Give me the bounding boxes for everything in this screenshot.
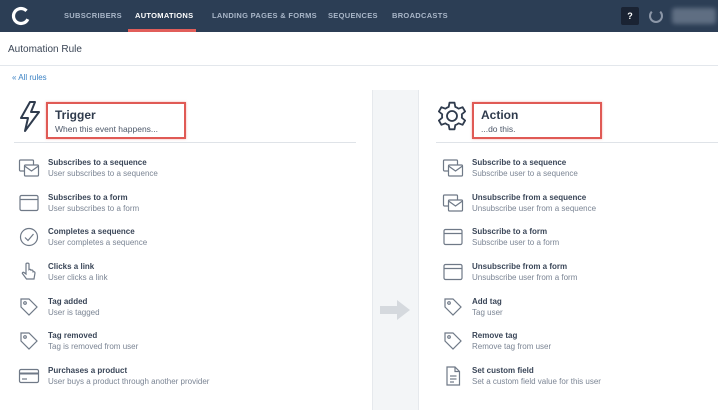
item-title: Clicks a link [48, 262, 95, 272]
form-icon [443, 229, 463, 246]
tag-icon [20, 332, 38, 351]
item-desc: User buys a product through another prov… [48, 377, 210, 387]
item-desc: User subscribes to a sequence [48, 169, 158, 178]
nav-item-sequences[interactable]: SEQUENCES [328, 11, 378, 20]
tag-icon [20, 298, 38, 316]
lightning-icon [20, 101, 40, 132]
action-header: Action ...do this. [472, 102, 602, 139]
loading-spinner-icon [649, 9, 663, 23]
action-title: Action [481, 108, 519, 122]
item-title: Remove tag [472, 331, 518, 341]
form-icon [19, 194, 39, 211]
tag-icon [444, 332, 462, 351]
item-title: Set custom field [472, 366, 534, 376]
divider [436, 142, 718, 143]
item-desc: Subscribe user to a sequence [472, 169, 578, 178]
top-navigation-bar: SUBSCRIBERS AUTOMATIONS LANDING PAGES & … [0, 0, 718, 32]
sequence-icon [442, 194, 464, 212]
credit-card-icon [18, 369, 40, 384]
item-title: Completes a sequence [48, 227, 135, 237]
column-separator [372, 90, 419, 410]
item-desc: Subscribe user to a form [472, 238, 560, 248]
sequence-icon [18, 159, 40, 177]
item-title: Subscribe to a sequence [472, 158, 567, 167]
pointer-icon [21, 262, 36, 280]
check-circle-icon [19, 228, 39, 247]
item-title: Subscribe to a form [472, 227, 548, 237]
nav-item-broadcasts[interactable]: BROADCASTS [392, 11, 448, 20]
item-desc: Set a custom field value for this user [472, 377, 601, 387]
item-desc: User subscribes to a form [48, 203, 140, 213]
item-title: Tag removed [48, 331, 98, 341]
item-title: Subscribes to a sequence [48, 158, 147, 167]
gear-icon [438, 101, 466, 131]
nav-item-subscribers[interactable]: SUBSCRIBERS [64, 11, 122, 20]
all-rules-link[interactable]: « All rules [12, 73, 47, 82]
account-menu[interactable] [672, 8, 716, 24]
item-desc: Unsubscribe user from a form [472, 273, 578, 283]
item-title: Add tag [472, 296, 502, 306]
item-desc: Tag user [472, 307, 503, 317]
document-icon [446, 366, 461, 386]
arrow-right-icon [380, 300, 410, 320]
item-title: Unsubscribe from a form [472, 262, 568, 272]
item-title: Unsubscribe from a sequence [472, 192, 587, 202]
item-title: Subscribes to a form [48, 192, 128, 202]
item-desc: User clicks a link [48, 273, 108, 283]
trigger-header: Trigger When this event happens... [46, 102, 186, 139]
divider [14, 142, 356, 143]
nav-item-landing-pages-forms[interactable]: LANDING PAGES & FORMS [212, 11, 317, 20]
logo-icon[interactable] [10, 5, 32, 27]
page-header: Automation Rule [0, 32, 718, 66]
item-title: Tag added [48, 296, 88, 306]
trigger-subtitle: When this event happens... [55, 124, 159, 134]
form-icon [443, 263, 463, 281]
item-desc: Tag is removed from user [48, 342, 139, 352]
help-button[interactable]: ? [621, 7, 639, 25]
tag-icon [444, 298, 462, 316]
item-desc: Remove tag from user [472, 342, 552, 352]
sequence-icon [442, 159, 464, 177]
trigger-title: Trigger [55, 108, 96, 122]
item-desc: Unsubscribe user from a sequence [472, 203, 597, 213]
page-title: Automation Rule [8, 44, 82, 55]
nav-item-automations[interactable]: AUTOMATIONS [135, 11, 193, 20]
item-title: Purchases a product [48, 366, 128, 376]
action-subtitle: ...do this. [481, 124, 516, 134]
item-desc: User completes a sequence [48, 238, 148, 248]
item-desc: User is tagged [48, 307, 100, 317]
